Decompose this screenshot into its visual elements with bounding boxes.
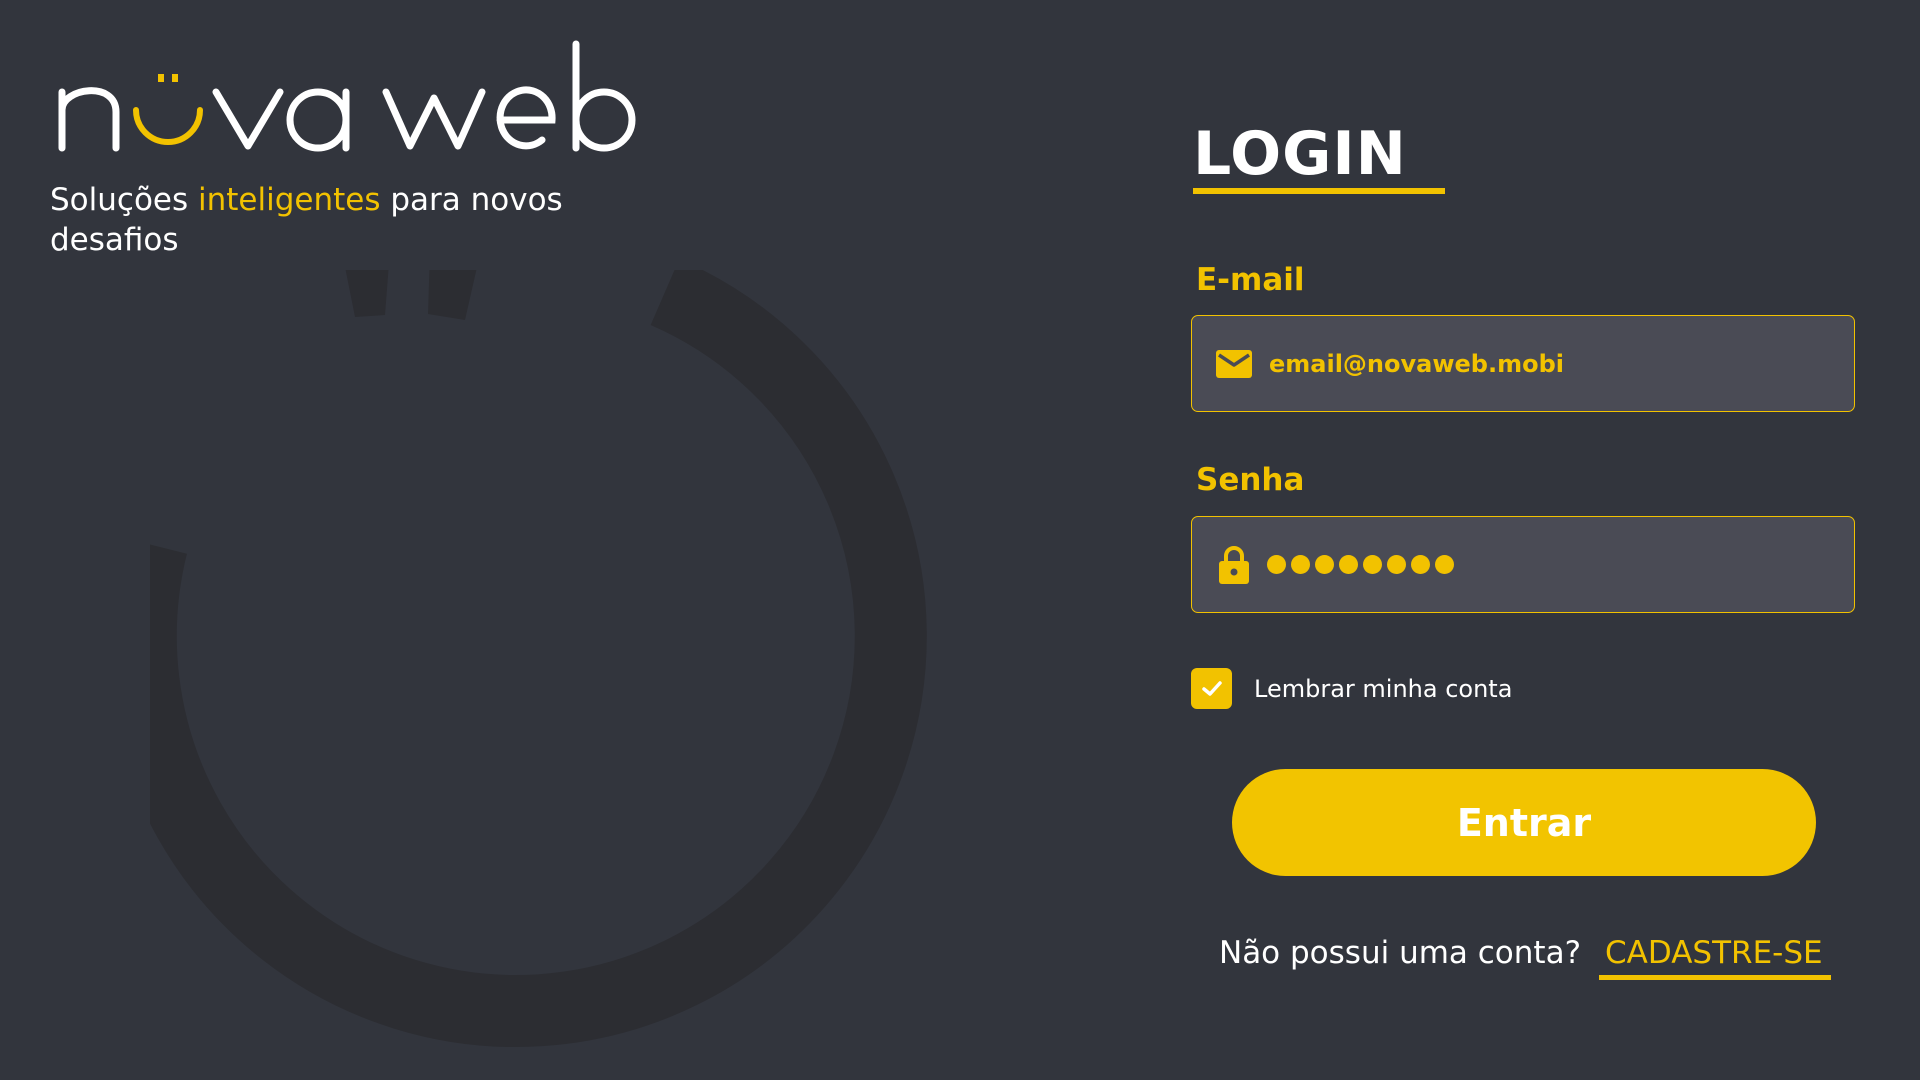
- password-dot: [1315, 555, 1334, 574]
- email-value: email@novaweb.mobi: [1269, 349, 1564, 378]
- login-title: LOGIN: [1193, 119, 1407, 189]
- tagline-accent: inteligentes: [198, 182, 381, 218]
- password-dot: [1435, 555, 1454, 574]
- password-dot: [1411, 555, 1430, 574]
- email-label: E-mail: [1196, 262, 1305, 298]
- mail-icon: [1213, 343, 1255, 385]
- checkmark-icon: [1201, 680, 1222, 696]
- email-field[interactable]: email@novaweb.mobi: [1191, 315, 1855, 412]
- signup-prompt: Não possui uma conta? CADASTRE-SE: [1219, 935, 1831, 980]
- password-dot: [1267, 555, 1286, 574]
- signup-question: Não possui uma conta?: [1219, 935, 1582, 971]
- password-mask: [1267, 555, 1454, 574]
- password-dot: [1291, 555, 1310, 574]
- lock-icon: [1213, 544, 1255, 586]
- password-field[interactable]: [1191, 516, 1855, 613]
- signup-link[interactable]: CADASTRE-SE: [1599, 935, 1831, 980]
- logo-wordmark: [58, 40, 636, 152]
- remember-label: Lembrar minha conta: [1254, 674, 1513, 703]
- remember-me[interactable]: Lembrar minha conta: [1191, 668, 1512, 709]
- brand-tagline: Soluções inteligentes para novos desafio…: [50, 180, 610, 260]
- tagline-start: Soluções: [50, 182, 198, 218]
- password-dot: [1339, 555, 1358, 574]
- login-submit-button[interactable]: Entrar: [1232, 769, 1816, 876]
- login-title-underline: [1193, 188, 1445, 194]
- remember-checkbox[interactable]: [1191, 668, 1232, 709]
- background-ring-graphic: [150, 270, 927, 1047]
- password-label: Senha: [1196, 462, 1305, 498]
- nova-web-logo: [56, 40, 656, 160]
- login-page: Soluções inteligentes para novos desafio…: [0, 0, 1920, 1080]
- password-dot: [1387, 555, 1406, 574]
- password-dot: [1363, 555, 1382, 574]
